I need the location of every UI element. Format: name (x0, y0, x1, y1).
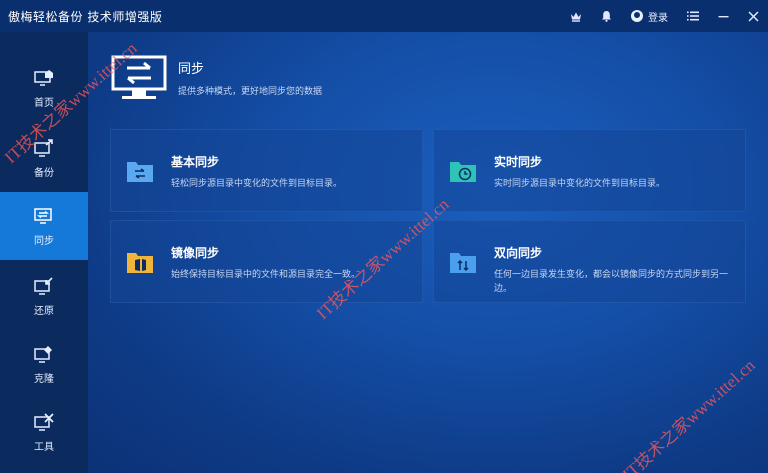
sidebar-item-label: 还原 (34, 305, 54, 317)
sidebar-item-backup[interactable]: 备份 (0, 124, 88, 192)
notification-bell-icon[interactable] (591, 0, 621, 32)
minimize-icon[interactable] (708, 0, 738, 32)
realtime-sync-card[interactable]: 实时同步 实时同步源目录中变化的文件到目标目录。 (433, 129, 746, 212)
login-label: 登录 (648, 12, 668, 24)
page-subtitle: 提供多种模式，更好地同步您的数据 (178, 87, 323, 97)
menu-icon[interactable] (678, 0, 708, 32)
two-way-sync-card[interactable]: 双向同步 任何一边目录发生变化，都会以镜像同步的方式同步到另一边。 (433, 220, 746, 303)
login-button[interactable]: 登录 (621, 9, 678, 24)
sidebar-item-clone[interactable]: 克隆 (0, 330, 88, 398)
card-description: 任何一边目录发生变化，都会以镜像同步的方式同步到另一边。 (494, 270, 729, 294)
folder-mirror-icon (127, 251, 153, 273)
sidebar-item-label: 首页 (34, 97, 54, 109)
card-title: 基本同步 (171, 155, 220, 169)
sync-icon (33, 206, 55, 226)
title-bar-controls: 登录 (561, 0, 768, 32)
home-icon (33, 68, 55, 88)
clone-icon (33, 344, 55, 364)
title-bar: 傲梅轻松备份 技术师增强版 登录 (0, 0, 768, 32)
folder-twoway-icon (450, 251, 476, 273)
upgrade-crown-icon[interactable] (561, 0, 591, 32)
folder-sync-icon (127, 160, 153, 182)
page-title: 同步 (178, 62, 205, 77)
sidebar-item-tools[interactable]: 工具 (0, 398, 88, 466)
sidebar-item-label: 克隆 (34, 373, 54, 385)
card-description: 始终保持目标目录中的文件和源目录完全一致。 (171, 270, 361, 280)
card-description: 轻松同步源目录中变化的文件到目标目录。 (171, 179, 343, 189)
card-title: 实时同步 (494, 155, 543, 169)
sidebar-item-home[interactable]: 首页 (0, 54, 88, 122)
sidebar-item-label: 工具 (34, 441, 54, 453)
sidebar-item-restore[interactable]: 还原 (0, 262, 88, 330)
basic-sync-card[interactable]: 基本同步 轻松同步源目录中变化的文件到目标目录。 (110, 129, 423, 212)
app-title: 傲梅轻松备份 技术师增强版 (8, 9, 163, 24)
restore-icon (33, 276, 55, 296)
sidebar-item-label: 备份 (34, 167, 54, 179)
mirror-sync-card[interactable]: 镜像同步 始终保持目标目录中的文件和源目录完全一致。 (110, 220, 423, 303)
user-avatar-icon (631, 10, 643, 22)
sidebar-item-sync[interactable]: 同步 (0, 192, 88, 260)
main-panel: 同步 提供多种模式，更好地同步您的数据 基本同步 轻松同步源目录中变化的文件到目… (88, 32, 768, 473)
sidebar-item-label: 同步 (34, 235, 54, 247)
card-title: 双向同步 (494, 246, 543, 260)
backup-icon (33, 138, 55, 158)
sync-monitor-icon (110, 54, 168, 102)
card-title: 镜像同步 (171, 246, 220, 260)
card-description: 实时同步源目录中变化的文件到目标目录。 (494, 179, 666, 189)
folder-clock-icon (450, 160, 476, 182)
close-icon[interactable] (738, 0, 768, 32)
tools-icon (33, 412, 55, 432)
sidebar: 首页 备份 同步 还原 克隆 工具 (0, 32, 88, 473)
